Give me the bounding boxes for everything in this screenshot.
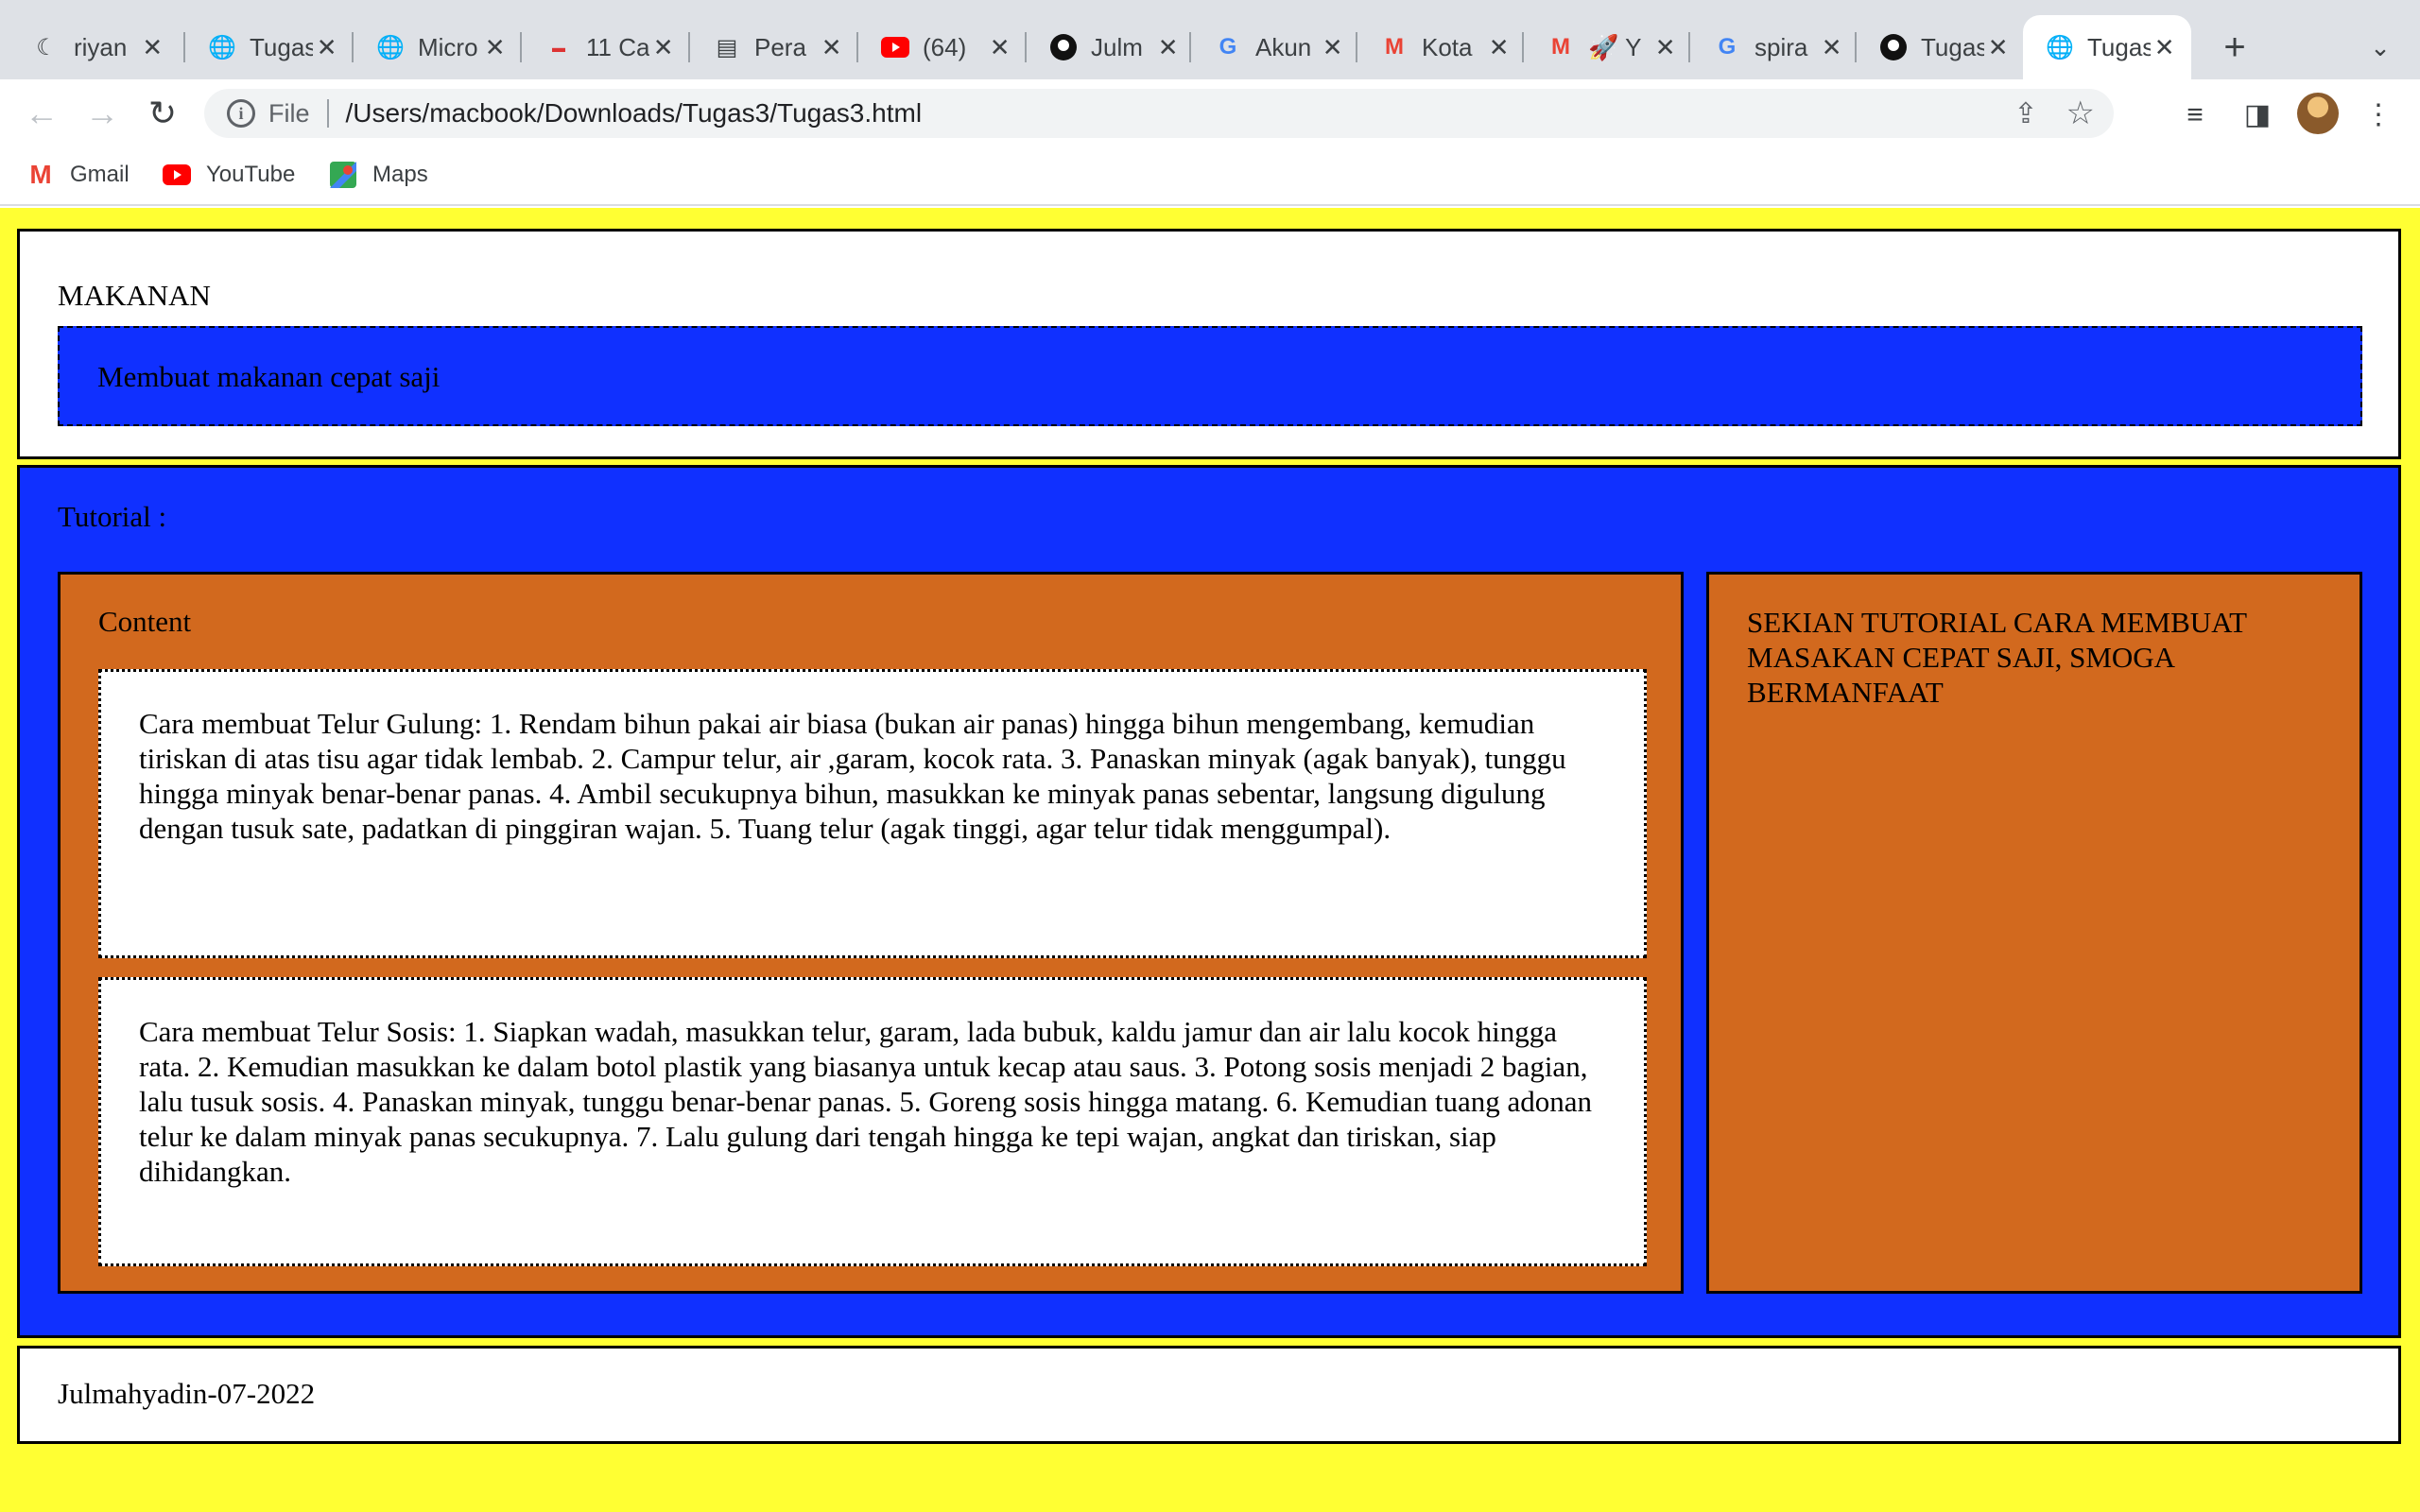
close-icon[interactable]: ✕ xyxy=(1818,33,1845,62)
bookmark-gmail[interactable]: M Gmail xyxy=(26,160,130,189)
header-banner: Membuat makanan cepat saji xyxy=(58,326,2362,426)
close-icon[interactable]: ✕ xyxy=(986,33,1013,62)
close-icon[interactable]: ✕ xyxy=(1485,33,1512,62)
page-title: MAKANAN xyxy=(58,279,211,312)
tab[interactable]: ☾ riyan ✕ xyxy=(0,15,180,79)
section-title: Tutorial : xyxy=(58,500,167,533)
tab-title: (64) xyxy=(923,32,967,61)
tab-title: Kota xyxy=(1422,32,1473,61)
aside-text: SEKIAN TUTORIAL CARA MEMBUAT MASAKAN CEP… xyxy=(1747,606,2247,709)
bookmarks-bar: M Gmail YouTube Maps xyxy=(0,147,2420,206)
tab-title: 🚀 Y xyxy=(1588,32,1642,61)
star-icon[interactable]: ☆ xyxy=(2066,94,2095,132)
youtube-icon xyxy=(163,161,191,189)
tab[interactable]: ▬ 11 Ca ✕ xyxy=(522,15,690,79)
side-panel-icon[interactable]: ◨ xyxy=(2238,96,2276,134)
main-section: Tutorial : Content Cara membuat Telur Gu… xyxy=(17,465,2401,1338)
moon-icon: ☾ xyxy=(36,34,57,60)
globe-icon: 🌐 xyxy=(376,34,405,60)
tab[interactable]: G Akun ✕ xyxy=(1191,15,1359,79)
content-title: Content xyxy=(98,605,192,638)
bookmark-maps[interactable]: Maps xyxy=(329,161,428,189)
tab[interactable]: 🌐 Micro ✕ xyxy=(354,15,522,79)
tab-title: Pera xyxy=(754,32,806,61)
youtube-icon xyxy=(881,33,909,61)
avatar[interactable] xyxy=(2297,93,2339,134)
tab[interactable]: M 🚀 Y ✕ xyxy=(1524,15,1692,79)
tab-active[interactable]: 🌐 Tugas ✕ xyxy=(2023,15,2191,79)
bookmark-youtube[interactable]: YouTube xyxy=(163,161,295,189)
recipe-card: Cara membuat Telur Sosis: 1. Siapkan wad… xyxy=(98,977,1647,1266)
close-icon[interactable]: ✕ xyxy=(1319,33,1346,62)
tab[interactable]: 🌐 Tugas ✕ xyxy=(185,15,354,79)
page-viewport: MAKANAN Membuat makanan cepat saji Tutor… xyxy=(0,208,2420,1512)
page-header: MAKANAN Membuat makanan cepat saji xyxy=(17,229,2401,459)
share-icon[interactable]: ⇪ xyxy=(2014,97,2037,130)
close-icon[interactable]: ✕ xyxy=(481,33,509,62)
close-icon[interactable]: ✕ xyxy=(2151,33,2178,62)
recipe-text: Cara membuat Telur Sosis: 1. Siapkan wad… xyxy=(139,1015,1593,1188)
bookmark-label: Maps xyxy=(372,162,428,187)
tab-title: Akun xyxy=(1255,32,1312,61)
tab[interactable]: (64) ✕ xyxy=(858,15,1027,79)
gmail-icon: M xyxy=(1385,34,1404,60)
footer-text: Julmahyadin-07-2022 xyxy=(58,1377,316,1410)
info-icon[interactable]: i xyxy=(227,99,255,128)
google-icon: G xyxy=(1718,34,1737,60)
tab-title: Tugas xyxy=(1921,32,1985,61)
tab-title: Tugas xyxy=(2087,32,2152,61)
content-panel: Content Cara membuat Telur Gulung: 1. Re… xyxy=(58,572,1684,1294)
google-icon: G xyxy=(1219,34,1237,60)
recipe-card: Cara membuat Telur Gulung: 1. Rendam bih… xyxy=(98,669,1647,958)
recipe-text: Cara membuat Telur Gulung: 1. Rendam bih… xyxy=(139,707,1566,845)
close-icon[interactable]: ✕ xyxy=(818,33,845,62)
github-icon xyxy=(1879,33,1908,61)
tab-title: riyan xyxy=(74,32,128,61)
forward-button[interactable]: → xyxy=(83,94,121,132)
github-icon xyxy=(1049,33,1078,61)
close-icon[interactable]: ✕ xyxy=(649,33,677,62)
back-button[interactable]: ← xyxy=(23,94,60,132)
close-icon[interactable]: ✕ xyxy=(1154,33,1182,62)
new-tab-button[interactable]: + xyxy=(2212,25,2257,70)
page-footer: Julmahyadin-07-2022 xyxy=(17,1346,2401,1444)
url-text[interactable]: /Users/macbook/Downloads/Tugas3/Tugas3.h… xyxy=(346,98,923,129)
document-icon: ▤ xyxy=(716,34,738,60)
tab-title: Julm xyxy=(1091,32,1143,61)
close-icon[interactable]: ✕ xyxy=(1984,33,2012,62)
tab-title: Tugas xyxy=(250,32,314,61)
globe-icon: 🌐 xyxy=(208,34,236,60)
bookmark-label: YouTube xyxy=(206,162,296,187)
maps-icon xyxy=(329,161,357,189)
gmail-icon: M xyxy=(29,160,52,189)
aside-panel: SEKIAN TUTORIAL CARA MEMBUAT MASAKAN CEP… xyxy=(1706,572,2362,1294)
page-icon: ▬ xyxy=(552,40,565,55)
tab[interactable]: Tugas ✕ xyxy=(1857,15,2025,79)
reload-button[interactable]: ↻ xyxy=(144,94,182,132)
tab-title: Micro xyxy=(418,32,478,61)
bookmark-label: Gmail xyxy=(70,162,130,187)
tab[interactable]: M Kota ✕ xyxy=(1357,15,1526,79)
banner-text: Membuat makanan cepat saji xyxy=(97,360,441,393)
chevron-down-icon[interactable]: ⌄ xyxy=(2361,28,2399,66)
toolbar: ← → ↻ i File /Users/macbook/Downloads/Tu… xyxy=(0,79,2420,147)
menu-icon[interactable]: ⋮ xyxy=(2360,96,2397,134)
tab-title: 11 Ca xyxy=(586,32,650,61)
close-icon[interactable]: ✕ xyxy=(139,33,166,62)
divider xyxy=(326,99,329,128)
tab[interactable]: ▤ Pera ✕ xyxy=(690,15,858,79)
tab[interactable]: Julm ✕ xyxy=(1027,15,1195,79)
globe-icon: 🌐 xyxy=(2046,34,2074,60)
tab-title: spira xyxy=(1754,32,1808,61)
close-icon[interactable]: ✕ xyxy=(1651,33,1679,62)
address-bar[interactable]: i File /Users/macbook/Downloads/Tugas3/T… xyxy=(204,89,2114,138)
gmail-icon: M xyxy=(1551,34,1570,60)
scheme-label: File xyxy=(268,98,310,128)
tab[interactable]: G spira ✕ xyxy=(1690,15,1858,79)
tab-strip: ☾ riyan ✕ 🌐 Tugas ✕ 🌐 Micro ✕ ▬ 11 Ca ✕ … xyxy=(0,0,2420,79)
reading-list-icon[interactable]: ≡ xyxy=(2176,96,2214,134)
close-icon[interactable]: ✕ xyxy=(313,33,340,62)
